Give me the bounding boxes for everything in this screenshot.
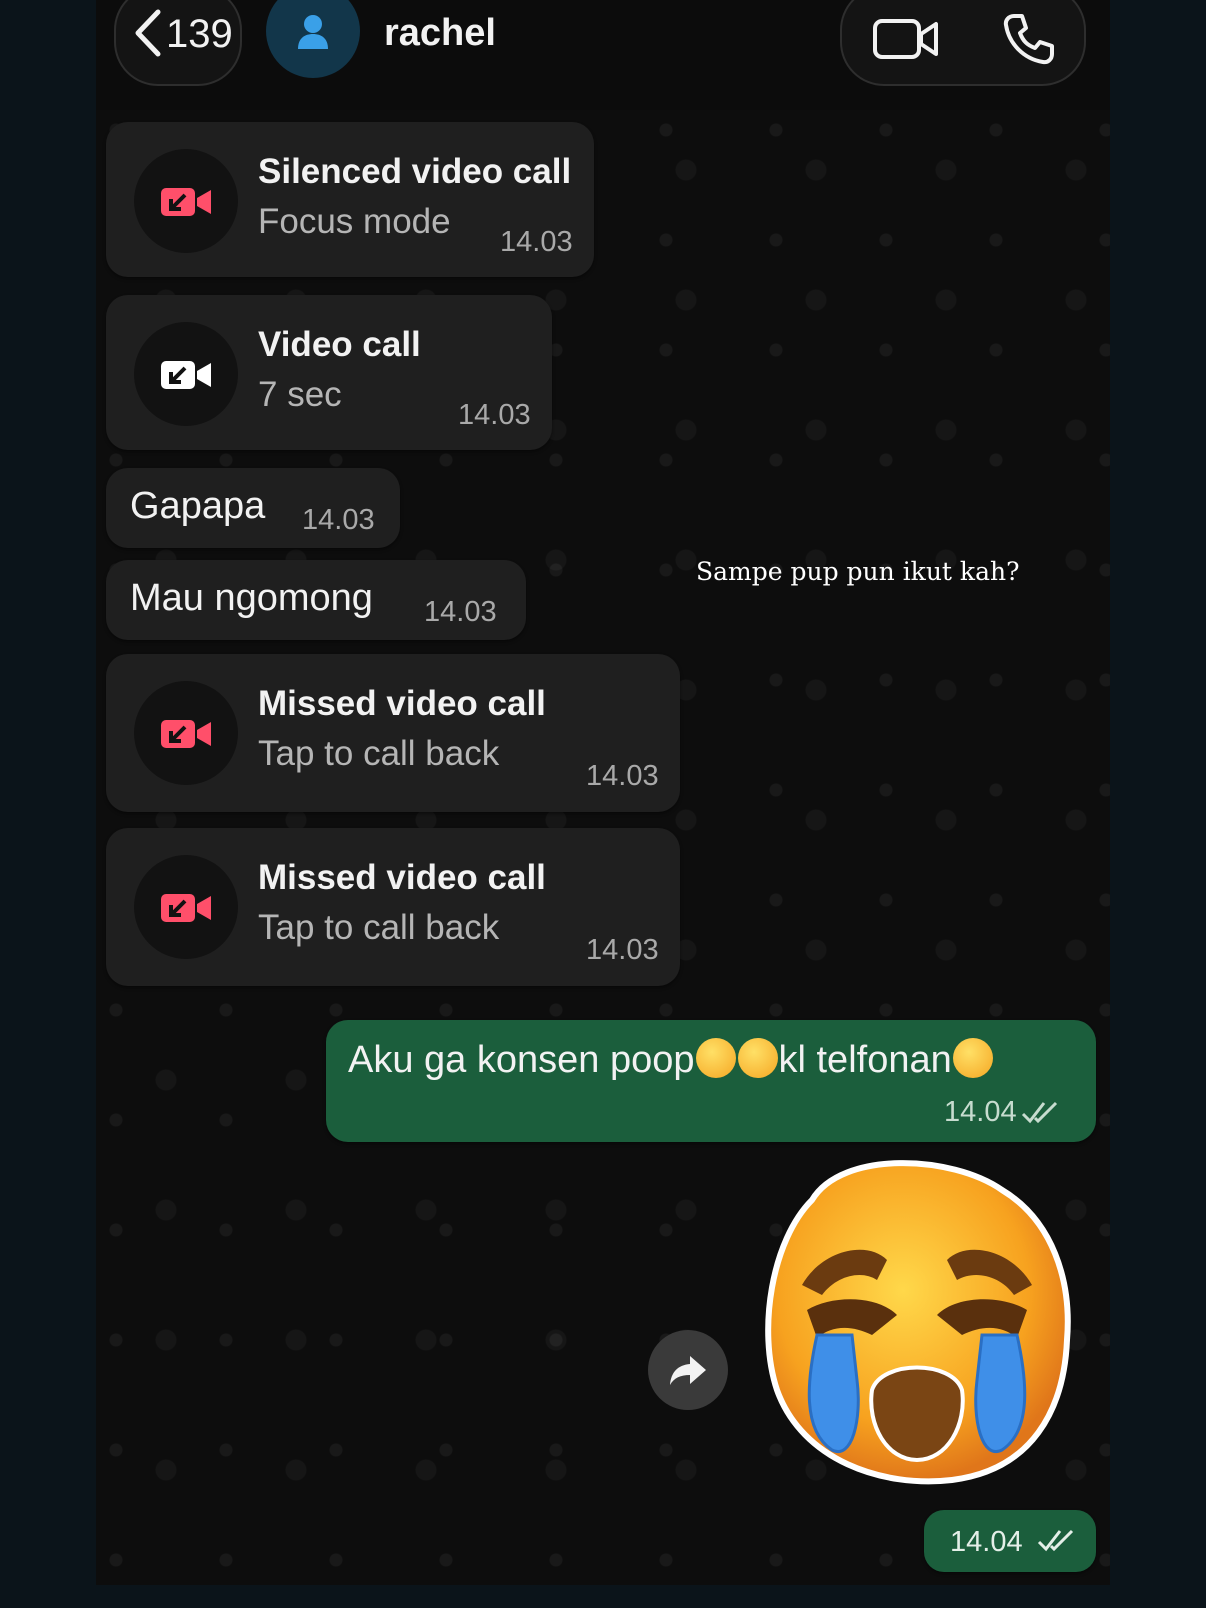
chevron-left-icon (135, 9, 161, 57)
call-title: Silenced video call (258, 152, 572, 191)
message-text-part2: kl telfonan (778, 1039, 952, 1081)
story-caption: Sampe pup pun ikut kah? (696, 557, 1020, 586)
call-subtitle: Tap to call back (258, 734, 500, 773)
missed-video-call-icon (161, 188, 211, 216)
chat-screen: 139 rachel Silenced video call Focus mod… (96, 0, 1110, 1585)
call-subtitle: Tap to call back (258, 908, 500, 947)
back-button[interactable]: 139 (114, 0, 242, 86)
avatar[interactable] (266, 0, 360, 78)
call-bubble-missed[interactable]: Missed video call Tap to call back 14.03 (106, 828, 680, 986)
message-text: Gapapa (130, 485, 266, 527)
message-time: 14.03 (458, 399, 531, 431)
video-camera-icon[interactable] (872, 16, 942, 62)
call-bubble-video[interactable]: Video call 7 sec 14.03 (106, 295, 552, 450)
message-text: Aku ga konsen poop kl telfonan (348, 1038, 994, 1082)
phone-icon[interactable] (1000, 12, 1056, 68)
loudly-crying-emoji-icon (952, 1038, 993, 1078)
call-bubble-missed[interactable]: Missed video call Tap to call back 14.03 (106, 654, 680, 812)
message-time: 14.04 (944, 1096, 1017, 1128)
missed-video-call-icon (161, 720, 211, 748)
forward-arrow-icon (670, 1356, 706, 1385)
call-actions (840, 0, 1086, 86)
message-time: 14.03 (586, 760, 659, 792)
message-text-part1: Aku ga konsen poop (348, 1039, 695, 1081)
call-icon-wrap (134, 149, 238, 253)
call-icon-wrap (134, 855, 238, 959)
call-subtitle: Focus mode (258, 202, 451, 241)
crying-melting-face-sticker[interactable] (752, 1160, 1082, 1490)
call-bubble-silenced[interactable]: Silenced video call Focus mode 14.03 (106, 122, 594, 277)
call-icon-wrap (134, 681, 238, 785)
call-title: Missed video call (258, 684, 546, 723)
missed-video-call-icon (161, 894, 211, 922)
message-time: 14.03 (586, 934, 659, 966)
rolling-laughing-emoji-icon (695, 1038, 736, 1078)
contact-name[interactable]: rachel (384, 12, 496, 55)
call-title: Video call (258, 325, 421, 364)
call-title: Missed video call (258, 858, 546, 897)
message-time: 14.03 (302, 504, 375, 536)
unread-count: 139 (166, 12, 233, 56)
incoming-video-call-icon (161, 361, 211, 389)
call-subtitle: 7 sec (258, 375, 342, 414)
outgoing-text-bubble[interactable]: Aku ga konsen poop kl telfonan 14.04 (326, 1020, 1096, 1142)
message-text: Mau ngomong (130, 577, 373, 619)
call-icon-wrap (134, 322, 238, 426)
sticker-time-bubble: 14.04 (924, 1510, 1096, 1572)
message-time: 14.03 (500, 226, 573, 258)
person-icon (298, 15, 328, 49)
text-bubble[interactable]: Gapapa 14.03 (106, 468, 400, 548)
double-check-icon (1021, 1101, 1058, 1124)
message-time: 14.04 (950, 1526, 1023, 1558)
double-check-icon (1037, 1529, 1074, 1552)
rolling-laughing-emoji-icon (737, 1038, 778, 1078)
text-bubble[interactable]: Mau ngomong 14.03 (106, 560, 526, 640)
chat-header: 139 rachel (96, 0, 1110, 110)
forward-button[interactable] (648, 1330, 728, 1410)
message-time: 14.03 (424, 596, 497, 628)
